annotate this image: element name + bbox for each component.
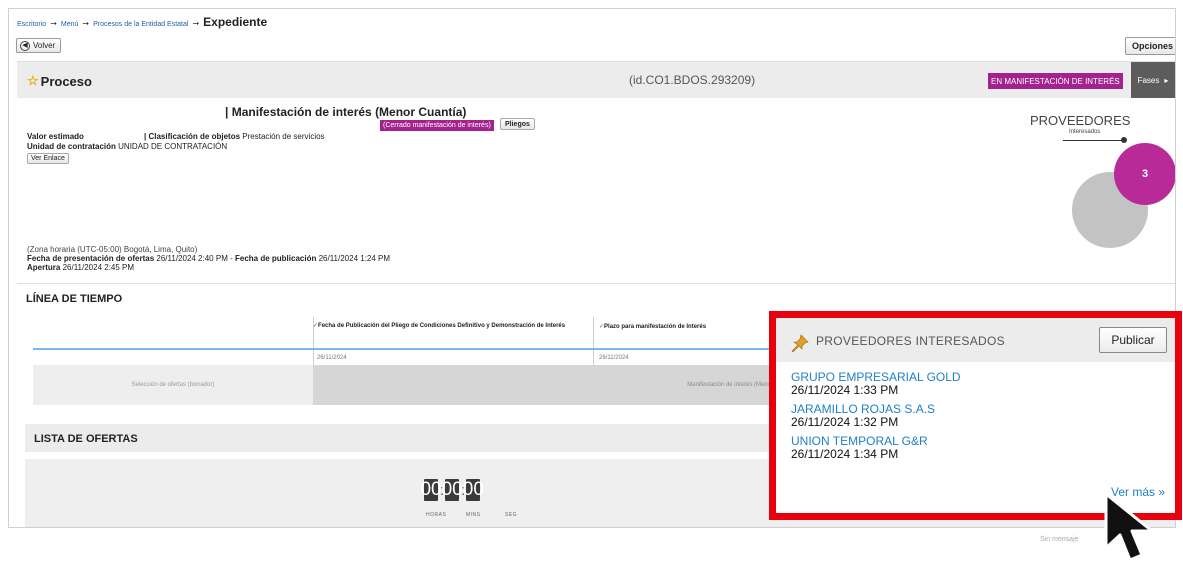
process-header: ☆ Proceso (id.CO1.BDOS.293209) EN MANIFE… [17,61,1175,99]
unit-label: Unidad de contratación [27,142,116,151]
list-item: JARAMILLO ROJAS S.A.S 26/11/2024 1:32 PM [791,402,961,429]
phases-button[interactable]: Fases ▸ [1131,62,1175,99]
providers-summary-title: PROVEEDORES [1030,113,1131,128]
timeline-date: 26/11/2024 [599,355,629,361]
classification-row: | Clasificación de objetos Prestación de… [144,132,325,141]
offers-date-label: Fecha de presentación de ofertas [27,254,155,263]
provider-date: 26/11/2024 1:34 PM [791,447,899,461]
star-icon[interactable]: ☆ [27,73,39,89]
countdown-mins: 00 [441,479,463,501]
countdown-timer: 00 : 00 : 00 [420,479,484,501]
process-title-label: Proceso [40,73,92,89]
providers-summary-dot [1121,137,1127,143]
state-badge: (Cerrado manifestación de interés) [380,120,494,131]
timeline-heading: LÍNEA DE TIEMPO [26,293,123,305]
classification-label: | Clasificación de objetos [144,132,241,141]
timeline-progress-line [33,348,783,350]
list-item: GRUPO EMPRESARIAL GOLD 26/11/2024 1:33 P… [791,370,961,397]
unit-value: UNIDAD DE CONTRATACIÓN [118,142,228,151]
provider-date: 26/11/2024 1:33 PM [791,383,899,397]
interested-providers-panel: PROVEEDORES INTERESADOS Publicar GRUPO E… [769,311,1182,520]
publish-button[interactable]: Publicar [1099,327,1167,353]
timeline-phase-interest: Manifestación de interés (Menor C [313,365,783,405]
interested-providers-header: PROVEEDORES INTERESADOS Publicar [776,318,1175,362]
provider-link[interactable]: GRUPO EMPRESARIAL GOLD [791,370,961,384]
chevron-right-icon: ▸ [1164,76,1169,85]
breadcrumb-item-procesos[interactable]: Procesos de la Entidad Estatal [93,21,188,28]
back-button[interactable]: ◀ Volver [16,38,62,53]
breadcrumb-separator: ➞ [50,19,57,28]
countdown-secs-label: SEG [505,512,518,518]
countdown-secs: 00 [462,479,484,501]
timeline-phase-draft: Selección de ofertas (borrador) [33,365,313,405]
opening-label: Apertura [27,263,61,272]
breadcrumb-item-menu[interactable]: Menú [61,21,79,28]
breadcrumb: Escritorio ➞ Menú ➞ Procesos de la Entid… [17,15,267,29]
list-item: UNION TEMPORAL G&R 26/11/2024 1:34 PM [791,434,961,461]
process-details-panel: | Manifestación de interés (Menor Cuantí… [17,98,1175,284]
breadcrumb-separator: ➞ [192,19,200,28]
estimated-value-row: Valor estimado [27,132,84,141]
phases-button-label: Fases [1137,76,1160,85]
offers-header: LISTA DE OFERTAS [25,424,785,452]
options-button-label: Opciones [1132,41,1174,51]
timeline-date: 26/11/2024 [317,355,347,361]
provider-date: 26/11/2024 1:32 PM [791,415,899,429]
providers-summary-subtitle: Interesados [1069,129,1101,135]
process-id: (id.CO1.BDOS.293209) [629,73,756,87]
provider-link[interactable]: JARAMILLO ROJAS S.A.S [791,402,961,416]
timezone-text: (Zona horaria (UTC-05:00) Bogotá, Lima, … [27,245,198,254]
publication-date-value: 26/11/2024 1:24 PM [318,254,391,263]
back-arrow-icon: ◀ [20,40,30,51]
breadcrumb-item-escritorio[interactable]: Escritorio [17,21,46,28]
process-title: ☆ Proceso [27,73,92,89]
pliegos-button[interactable]: Pliegos [500,118,535,130]
opening-value: 26/11/2024 2:45 PM [62,263,135,272]
dates-row: Fecha de presentación de ofertas 26/11/2… [27,254,390,263]
countdown-mins-label: MINS [466,512,481,518]
back-button-label: Volver [33,41,56,50]
countdown-hours: 00 [420,479,442,501]
unit-row: Unidad de contratación UNIDAD DE CONTRAT… [27,142,227,151]
timeline-column-header: ✓Fecha de Publicación del Pliego de Cond… [313,323,566,329]
providers-summary-line [1063,140,1123,141]
offers-heading: LISTA DE OFERTAS [34,433,138,445]
estimated-value-label: Valor estimado [27,132,84,141]
pushpin-icon [791,334,809,353]
interested-providers-list: GRUPO EMPRESARIAL GOLD 26/11/2024 1:33 P… [791,370,961,466]
timeline-divider [593,317,594,365]
view-link-button[interactable]: Ver Enlace [27,153,69,164]
providers-count-bubble[interactable]: 3 [1114,143,1175,205]
options-button[interactable]: Opciones ▾ [1125,37,1175,55]
background-hint: Sin mensaje [1040,536,1079,543]
page-title: Expediente [203,15,268,29]
provider-link[interactable]: UNION TEMPORAL G&R [791,434,961,448]
classification-value: Prestación de servicios [242,132,325,141]
countdown-hours-label: HORAS [426,512,447,518]
breadcrumb-separator: ➞ [82,19,90,28]
timeline-column-header: ✓Plazo para manifestación de Interés [599,324,707,330]
status-badge: EN MANIFESTACIÓN DE INTERÉS [988,73,1123,89]
publication-date-label: Fecha de publicación [234,254,317,263]
offers-date-value: 26/11/2024 2:40 PM [156,254,228,263]
interested-providers-title: PROVEEDORES INTERESADOS [816,334,1005,348]
mouse-cursor-icon [1104,492,1154,562]
opening-row: Apertura 26/11/2024 2:45 PM [27,263,134,272]
process-modality: | Manifestación de interés (Menor Cuantí… [225,105,467,119]
